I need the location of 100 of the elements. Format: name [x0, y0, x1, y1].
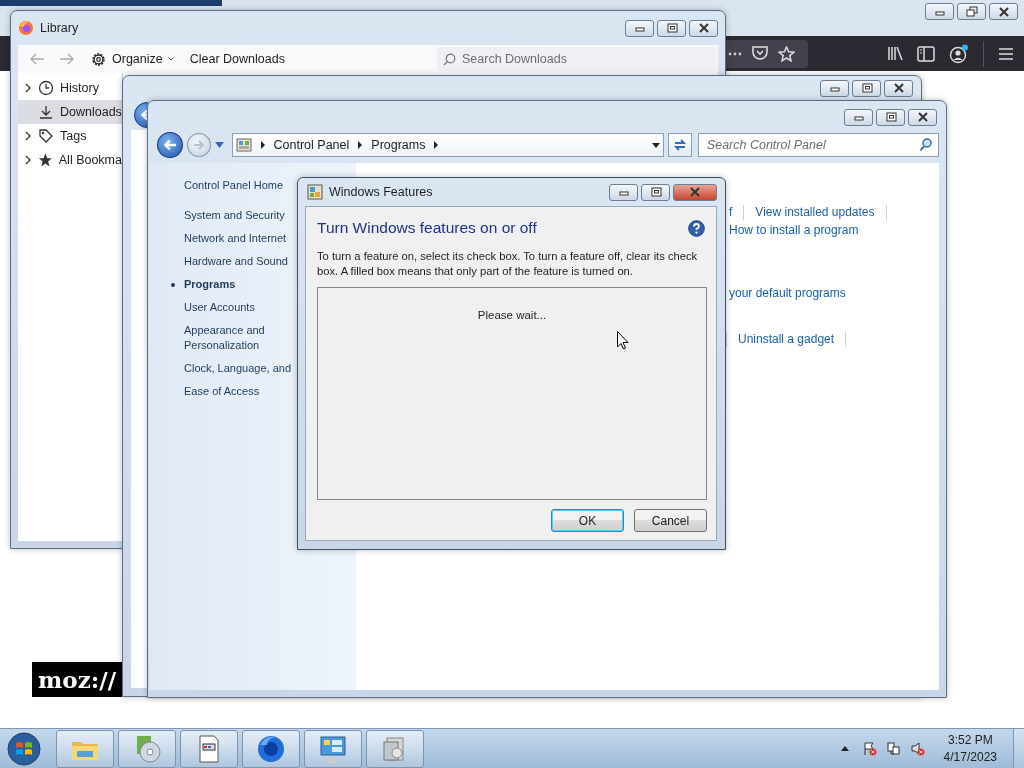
maximize-button[interactable]: [876, 108, 905, 126]
description-text: To turn a feature on, select its check box. To turn a feature off, clear its check box. A filled box means that only part of the feature is turned on.: [317, 249, 699, 279]
search-field[interactable]: Search Control Panel: [697, 133, 939, 157]
more-icon[interactable]: [728, 51, 742, 56]
minimize-button[interactable]: [925, 3, 954, 20]
pocket-icon[interactable]: [752, 46, 768, 61]
tag-icon: [38, 128, 54, 144]
address-bar[interactable]: Control Panel Programs: [231, 133, 665, 157]
link[interactable]: View installed updates: [755, 205, 875, 219]
nav-link[interactable]: Appearance and Personalization: [184, 323, 296, 353]
chevron-icon: [259, 141, 266, 149]
minimize-button[interactable]: [609, 183, 638, 201]
refresh-icon: [671, 138, 688, 152]
arrow-icon: [29, 53, 45, 65]
dropdown-icon[interactable]: [652, 142, 661, 148]
dialog-button[interactable]: OK: [551, 509, 624, 532]
start-button[interactable]: [4, 729, 44, 768]
restore-button[interactable]: [957, 3, 986, 20]
window-title: Library: [40, 21, 79, 35]
taskbar-button[interactable]: [180, 729, 238, 768]
restore-icon: [964, 5, 979, 18]
sidebar-item[interactable]: Downloads: [18, 100, 122, 124]
windows-logo-icon: [6, 730, 42, 767]
speaker-icon[interactable]: [909, 741, 925, 756]
history-dropdown-icon[interactable]: [214, 142, 224, 148]
link[interactable]: your default programs: [729, 286, 846, 300]
cursor-icon: [617, 331, 629, 350]
flag-icon[interactable]: [861, 741, 877, 756]
close-button[interactable]: [689, 19, 718, 37]
maximize-icon: [664, 22, 679, 34]
link[interactable]: f: [729, 205, 733, 219]
status-text: Please wait...: [477, 309, 547, 321]
minimize-button[interactable]: [844, 108, 873, 126]
arrow-icon: [59, 53, 75, 65]
features-icon: [307, 184, 323, 200]
close-icon: [996, 5, 1011, 18]
close-icon: [891, 82, 906, 94]
close-button[interactable]: [884, 79, 913, 97]
organize-button[interactable]: Organize: [86, 47, 178, 71]
arrow-icon: [192, 140, 205, 150]
close-button[interactable]: [908, 108, 937, 126]
back-button[interactable]: [157, 132, 183, 158]
dialog-button[interactable]: Cancel: [634, 509, 707, 532]
chevron-icon: [433, 141, 440, 149]
nav-link[interactable]: Network and Internet: [184, 231, 296, 246]
nav-link[interactable]: Hardware and Sound: [184, 254, 296, 269]
nav-link[interactable]: Ease of Access: [184, 384, 296, 399]
maximize-button[interactable]: [657, 19, 686, 37]
sidebar-item[interactable]: All Bookma: [18, 148, 122, 172]
nav-link[interactable]: User Accounts: [184, 300, 296, 315]
star-icon: [38, 152, 53, 168]
maximize-icon: [859, 82, 874, 94]
clock-icon: [38, 80, 54, 96]
search-field[interactable]: Search Downloads: [437, 47, 717, 71]
clock-date: 4/17/2023: [943, 748, 997, 766]
sidebar-item[interactable]: Tags: [18, 124, 122, 148]
download-icon: [38, 104, 54, 120]
nav-link[interactable]: Control Panel Home: [184, 179, 284, 191]
control-panel-icon: [235, 137, 252, 153]
maximize-icon: [883, 111, 898, 123]
close-button[interactable]: [989, 3, 1018, 20]
sidebar-icon[interactable]: [917, 45, 935, 62]
clock-time: 3:52 PM: [947, 731, 993, 749]
help-icon[interactable]: [688, 219, 705, 237]
maximize-button[interactable]: [641, 183, 670, 201]
taskbar-button[interactable]: [242, 729, 300, 768]
mozilla-logo: moz://: [32, 662, 122, 697]
search-icon: [443, 52, 456, 66]
link[interactable]: Uninstall a gadget: [738, 332, 835, 346]
minimize-button[interactable]: [820, 79, 849, 97]
close-icon: [688, 186, 702, 198]
nav-link[interactable]: System and Security: [184, 208, 296, 223]
arrow-icon: [162, 139, 177, 151]
features-list[interactable]: Please wait...: [317, 287, 707, 500]
caret-icon: [167, 57, 174, 61]
breadcrumb-item[interactable]: Programs: [371, 138, 426, 152]
menu-icon[interactable]: [998, 46, 1014, 61]
nav-link[interactable]: Programs: [184, 277, 296, 292]
library-icon[interactable]: [887, 46, 903, 61]
firefox-icon: [18, 20, 34, 36]
maximize-icon: [648, 186, 663, 198]
nav-link[interactable]: Clock, Language, and: [184, 361, 296, 376]
back-button[interactable]: [134, 102, 148, 128]
account-icon[interactable]: [949, 43, 969, 64]
maximize-button[interactable]: [852, 79, 881, 97]
close-button[interactable]: [673, 183, 717, 201]
gear-icon: [90, 50, 107, 68]
minimize-button[interactable]: [625, 19, 654, 37]
taskbar-button[interactable]: [304, 729, 362, 768]
star-icon[interactable]: [778, 45, 795, 62]
window-title: Windows Features: [329, 185, 433, 199]
dialog-heading: Turn Windows features on or off: [317, 219, 537, 237]
breadcrumb-item[interactable]: Control Panel: [273, 138, 350, 152]
clear-downloads-button[interactable]: Clear Downloads: [185, 47, 289, 71]
search-icon: [919, 138, 932, 152]
network-icon[interactable]: [885, 741, 901, 756]
link[interactable]: How to install a program: [729, 223, 859, 237]
sidebar-item[interactable]: History: [18, 76, 122, 100]
chevron-icon: [357, 141, 364, 149]
refresh-button[interactable]: [668, 133, 692, 157]
